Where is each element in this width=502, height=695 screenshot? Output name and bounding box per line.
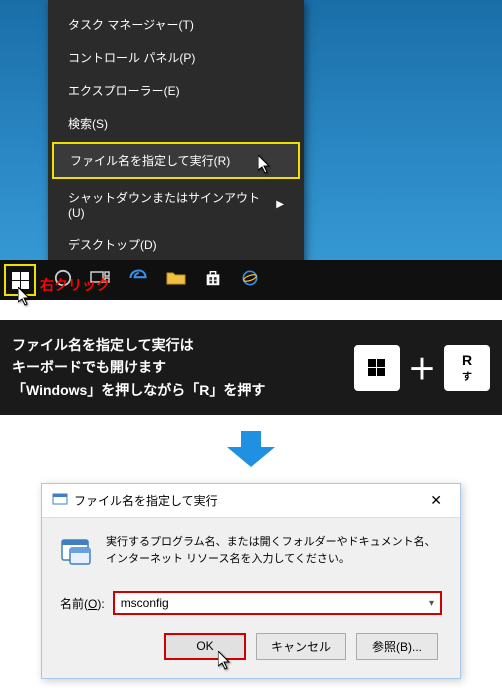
dropdown-caret-icon[interactable]: ▾ [429,598,434,609]
menu-item-label: コントロール パネル(P) [68,49,195,66]
plus-icon: ＋ [408,348,436,388]
menu-item-desktop[interactable]: デスクトップ(D) [48,228,304,261]
instruction-text: ファイル名を指定して実行は キーボードでも開けます 「Windows」を押しなが… [12,334,265,401]
instruction-banner: ファイル名を指定して実行は キーボードでも開けます 「Windows」を押しなが… [0,320,502,415]
menu-item-explorer[interactable]: エクスプローラー(E) [48,74,304,107]
run-dialog-icon [52,491,68,510]
windows-logo-icon [12,272,29,289]
down-arrow-icon [0,415,502,483]
r-key-icon: R す [444,345,490,391]
menu-item-run[interactable]: ファイル名を指定して実行(R) [52,142,300,179]
instruction-line: 「Windows」を押しながら「R」を押す [12,379,265,401]
run-program-icon [60,534,94,571]
menu-item-label: シャットダウンまたはサインアウト(U) [68,189,276,220]
submenu-arrow-icon: ▶ [276,199,284,210]
right-click-annotation: 右クリック [40,275,110,295]
menu-item-control-panel[interactable]: コントロール パネル(P) [48,41,304,74]
menu-item-label: エクスプローラー(E) [68,82,180,99]
key-label: R [462,352,472,368]
button-label: OK [196,639,213,653]
dialog-title: ファイル名を指定して実行 [74,492,218,509]
key-combo: ＋ R す [354,345,490,391]
name-input-value: msconfig [121,596,169,610]
start-context-menu: タスク マネージャー(T) コントロール パネル(P) エクスプローラー(E) … [48,0,304,269]
menu-item-label: タスク マネージャー(T) [68,16,194,33]
dialog-titlebar: ファイル名を指定して実行 ✕ [42,484,460,518]
cancel-button[interactable]: キャンセル [256,633,346,660]
file-explorer-icon[interactable] [166,270,186,291]
edge-browser-icon[interactable] [128,268,148,293]
run-dialog: ファイル名を指定して実行 ✕ 実行するプログラム名、または開くフォルダーやドキュ… [41,483,461,679]
menu-item-label: ファイル名を指定して実行(R) [70,152,230,169]
browse-button[interactable]: 参照(B)... [356,633,438,660]
dialog-description: 実行するプログラム名、または開くフォルダーやドキュメント名、インターネット リソ… [106,534,442,571]
menu-item-search[interactable]: 検索(S) [48,107,304,140]
menu-item-label: デスクトップ(D) [68,236,157,253]
store-icon[interactable] [204,269,222,292]
menu-item-task-manager[interactable]: タスク マネージャー(T) [48,8,304,41]
key-sublabel: す [462,368,472,383]
ok-button[interactable]: OK [164,633,246,660]
windows-key-icon [354,345,400,391]
name-field-label: 名前(O): [60,595,105,612]
name-input[interactable]: msconfig ▾ [113,591,442,615]
menu-item-label: 検索(S) [68,115,108,132]
instruction-line: ファイル名を指定して実行は [12,334,265,356]
close-button[interactable]: ✕ [422,490,450,511]
menu-item-shutdown[interactable]: シャットダウンまたはサインアウト(U) ▶ [48,181,304,228]
instruction-line: キーボードでも開けます [12,356,265,378]
button-label: キャンセル [271,640,331,654]
close-icon: ✕ [430,492,442,508]
desktop-background: タスク マネージャー(T) コントロール パネル(P) エクスプローラー(E) … [0,0,502,300]
start-button[interactable] [4,264,36,296]
button-label: 参照(B)... [372,640,422,654]
ie-icon[interactable] [240,268,260,293]
